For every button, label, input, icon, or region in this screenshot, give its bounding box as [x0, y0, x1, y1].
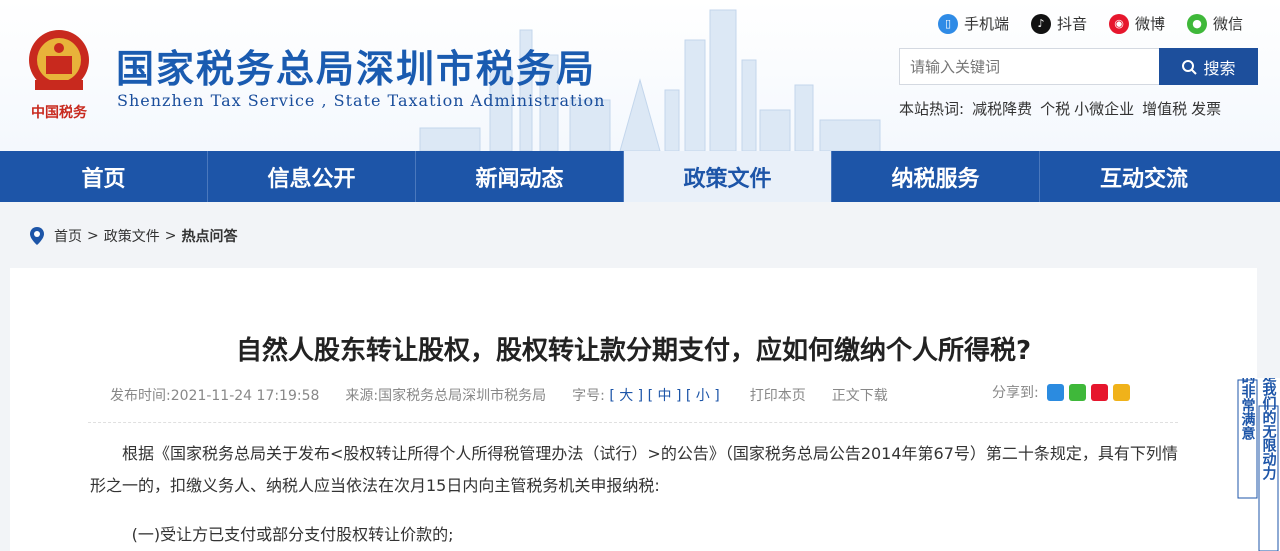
search-bar: 搜索	[899, 48, 1258, 85]
share-weibo-icon[interactable]	[1090, 383, 1108, 401]
emblem-text: 中国税务	[31, 104, 88, 121]
nav-news[interactable]: 新闻动态	[416, 151, 624, 202]
hot-keyword[interactable]: 小微企业	[1074, 98, 1134, 119]
site-title[interactable]: 国家税务总局深圳市税务局	[116, 38, 596, 93]
main-nav: 首页 信息公开 新闻动态 政策文件 纳税服务 互动交流	[0, 151, 1280, 202]
nav-policy[interactable]: 政策文件	[624, 151, 832, 202]
source-value: 国家税务总局深圳市税务局	[378, 388, 547, 404]
hot-keyword[interactable]: 增值税	[1142, 98, 1187, 119]
hot-keywords: 本站热词: 减税降费 个税 小微企业 增值税 发票	[899, 98, 1221, 119]
article-paragraph: 根据《国家税务总局关于发布<股权转让所得个人所得税管理办法（试行）>的公告》（国…	[90, 444, 1178, 495]
site-header: 中国税务 国家税务总局深圳市税务局 Shenzhen Tax Service ,…	[0, 0, 1280, 151]
search-button[interactable]: 搜索	[1159, 48, 1258, 85]
weibo-icon: ◉	[1109, 13, 1130, 34]
share-bar: 分享到:	[992, 382, 1130, 402]
article-panel: 自然人股东转让股权，股权转让款分期支付，应如何缴纳个人所得税? 发布时间:202…	[10, 268, 1257, 551]
social-label: 微信	[1213, 15, 1244, 33]
tax-emblem-logo: 中国税务	[29, 30, 89, 121]
share-label: 分享到:	[992, 385, 1039, 401]
share-qzone-icon[interactable]	[1046, 383, 1064, 401]
search-button-label: 搜索	[1203, 58, 1236, 78]
article-paragraph: (一)受让方已支付或部分支付股权转让价款的;	[131, 525, 454, 544]
download-button[interactable]: 正文下载	[832, 385, 888, 405]
font-size-large-button[interactable]: [ 大 ]	[609, 388, 643, 404]
breadcrumb: 首页 > 政策文件 > 热点问答	[30, 226, 237, 246]
nav-tax-service[interactable]: 纳税服务	[832, 151, 1040, 202]
nav-info-disclosure[interactable]: 信息公开	[208, 151, 416, 202]
hot-keyword[interactable]: 发票	[1191, 98, 1221, 119]
social-label: 抖音	[1057, 15, 1088, 33]
breadcrumb-current: 热点问答	[181, 229, 238, 245]
breadcrumb-home[interactable]: 首页	[54, 226, 82, 246]
font-size-label: 字号:	[572, 388, 605, 404]
hot-keyword[interactable]: 减税降费	[972, 98, 1032, 119]
font-size-controls: 字号: [ 大 ] [ 中 ] [ 小 ]	[572, 385, 720, 405]
font-size-small-button[interactable]: [ 小 ]	[686, 388, 720, 404]
publish-time-value: 2021-11-24 17:19:58	[170, 388, 320, 404]
social-label: 微博	[1135, 15, 1166, 33]
breadcrumb-separator: >	[87, 228, 99, 244]
source-label: 来源:	[345, 388, 379, 404]
social-mobile-link[interactable]: ▯ 手机端	[938, 13, 1009, 34]
breadcrumb-separator: >	[164, 228, 177, 244]
side-banner-text-2: 是我们的无限动力	[1261, 378, 1278, 481]
satisfaction-side-banner[interactable]: 您的非常满意 是我们的无限动力	[1236, 378, 1280, 551]
article-title: 自然人股东转让股权，股权转让款分期支付，应如何缴纳个人所得税?	[235, 336, 1032, 366]
meta-divider	[88, 422, 1178, 423]
mobile-icon: ▯	[938, 13, 958, 34]
font-size-medium-button[interactable]: [ 中 ]	[648, 388, 682, 404]
search-icon	[1182, 59, 1198, 75]
publish-time: 发布时间:2021-11-24 17:19:58	[110, 385, 319, 405]
search-input[interactable]	[899, 48, 1159, 85]
hot-keywords-label: 本站热词:	[899, 100, 965, 118]
nav-interaction[interactable]: 互动交流	[1040, 151, 1248, 202]
social-weibo-link[interactable]: ◉ 微博	[1109, 13, 1165, 34]
share-qq-icon[interactable]	[1112, 383, 1130, 401]
publish-time-label: 发布时间:	[110, 388, 171, 404]
article-source: 来源:国家税务总局深圳市税务局	[345, 385, 546, 405]
social-label: 手机端	[964, 15, 1010, 33]
side-banner-text-1: 您的非常满意	[1240, 378, 1256, 441]
nav-home[interactable]: 首页	[0, 151, 208, 202]
social-wechat-link[interactable]: ● 微信	[1187, 13, 1243, 34]
social-douyin-link[interactable]: ♪ 抖音	[1031, 13, 1087, 34]
share-wechat-icon[interactable]	[1068, 383, 1086, 401]
location-pin-icon	[30, 227, 44, 245]
print-button[interactable]: 打印本页	[750, 385, 806, 405]
social-links: ▯ 手机端 ♪ 抖音 ◉ 微博 ● 微信	[938, 13, 1265, 34]
douyin-icon: ♪	[1031, 13, 1052, 34]
wechat-icon: ●	[1187, 13, 1208, 34]
site-subtitle: Shenzhen Tax Service , State Taxation Ad…	[117, 91, 606, 110]
breadcrumb-policy[interactable]: 政策文件	[104, 226, 160, 246]
hot-keyword[interactable]: 个税	[1040, 98, 1070, 119]
nav-filler	[1248, 151, 1280, 202]
